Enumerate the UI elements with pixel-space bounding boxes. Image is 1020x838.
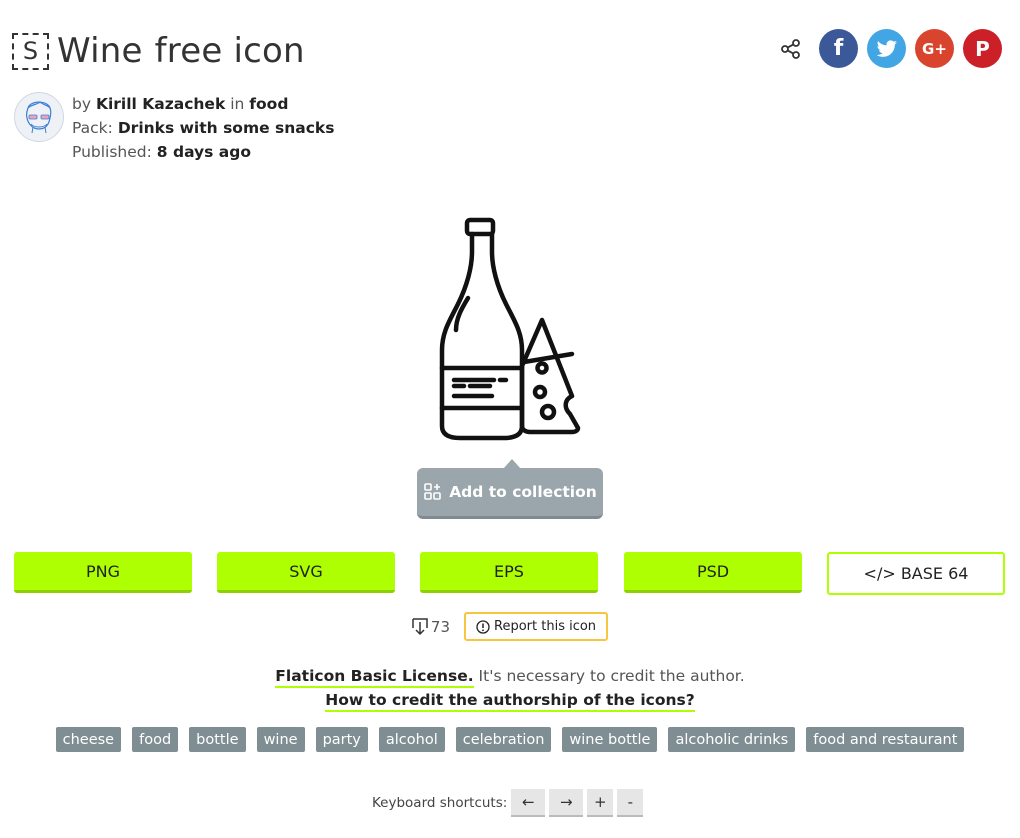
license-link[interactable]: Flaticon Basic License. xyxy=(275,667,474,688)
license-text: It's necessary to credit the author. xyxy=(478,667,745,685)
license-line: Flaticon Basic License. It's necessary t… xyxy=(0,664,1020,688)
credit-line: How to credit the authorship of the icon… xyxy=(0,688,1020,712)
google-plus-icon[interactable]: G+ xyxy=(915,29,954,68)
download-eps-button[interactable]: EPS xyxy=(420,552,598,593)
download-count-value: 73 xyxy=(430,617,451,636)
pack-prefix: Pack: xyxy=(72,119,113,137)
title-word-2: free icon xyxy=(154,31,305,71)
page-title: Wine free icon xyxy=(57,31,305,71)
collection-icon xyxy=(424,483,441,500)
published-line: Published: 8 days ago xyxy=(72,140,334,164)
download-png-button[interactable]: PNG xyxy=(14,552,192,593)
tag-wine-bottle[interactable]: wine bottle xyxy=(562,727,658,752)
wine-cheese-icon xyxy=(439,217,581,441)
base64-button[interactable]: </> BASE 64 xyxy=(827,552,1005,595)
tag-cheese[interactable]: cheese xyxy=(55,727,122,752)
report-icon-button[interactable]: Report this icon xyxy=(464,612,609,641)
by-prefix: by xyxy=(72,95,92,113)
download-icon xyxy=(412,617,428,635)
tag-list: cheese food bottle wine party alcohol ce… xyxy=(0,727,1020,752)
tag-celebration[interactable]: celebration xyxy=(455,727,552,752)
add-to-collection-label: Add to collection xyxy=(449,483,597,501)
tag-wine[interactable]: wine xyxy=(256,727,305,752)
key-prev[interactable]: ← xyxy=(511,789,546,817)
download-svg-button[interactable]: SVG xyxy=(217,552,395,593)
twitter-icon[interactable] xyxy=(867,29,906,68)
avatar[interactable] xyxy=(14,92,64,142)
pinterest-icon[interactable]: P xyxy=(963,29,1002,68)
tag-alcoholic-drinks[interactable]: alcoholic drinks xyxy=(668,727,796,752)
key-zoom-in[interactable]: + xyxy=(587,789,614,817)
add-to-collection-button[interactable]: Add to collection xyxy=(417,468,603,519)
title-row: S Wine free icon xyxy=(12,30,305,72)
tag-party[interactable]: party xyxy=(315,727,368,752)
pack-line: Pack: Drinks with some snacks xyxy=(72,116,334,140)
share-icon[interactable] xyxy=(780,38,802,60)
download-psd-button[interactable]: PSD xyxy=(624,552,802,593)
author-name-link[interactable]: Kirill Kazachek xyxy=(96,95,225,113)
author-meta: by Kirill Kazachek in food Pack: Drinks … xyxy=(72,92,334,164)
select-icon[interactable]: S xyxy=(12,32,49,70)
title-word-1: Wine xyxy=(57,31,143,71)
key-next[interactable]: → xyxy=(549,789,584,817)
alert-icon xyxy=(476,619,490,634)
shortcuts-label: Keyboard shortcuts: xyxy=(372,795,508,811)
category-link[interactable]: food xyxy=(249,95,288,113)
tag-bottle[interactable]: bottle xyxy=(189,727,246,752)
published-prefix: Published: xyxy=(72,143,152,161)
stats-row: 73 Report this icon xyxy=(0,612,1020,641)
in-prefix: in xyxy=(230,95,245,113)
facebook-icon[interactable]: f xyxy=(819,29,858,68)
key-zoom-out[interactable]: - xyxy=(617,789,644,817)
keyboard-shortcuts: Keyboard shortcuts: ← → + - xyxy=(372,789,644,817)
report-label: Report this icon xyxy=(494,619,597,634)
tag-food[interactable]: food xyxy=(132,727,179,752)
license-block: Flaticon Basic License. It's necessary t… xyxy=(0,664,1020,712)
pack-link[interactable]: Drinks with some snacks xyxy=(118,119,335,137)
download-count: 73 xyxy=(412,618,450,636)
credit-link[interactable]: How to credit the authorship of the icon… xyxy=(325,691,695,712)
author-block: by Kirill Kazachek in food Pack: Drinks … xyxy=(14,92,334,164)
tag-alcohol[interactable]: alcohol xyxy=(378,727,445,752)
tag-food-and-restaurant[interactable]: food and restaurant xyxy=(806,727,965,752)
published-date: 8 days ago xyxy=(156,143,251,161)
share-area: f G+ P xyxy=(780,29,1002,68)
author-line: by Kirill Kazachek in food xyxy=(72,92,334,116)
